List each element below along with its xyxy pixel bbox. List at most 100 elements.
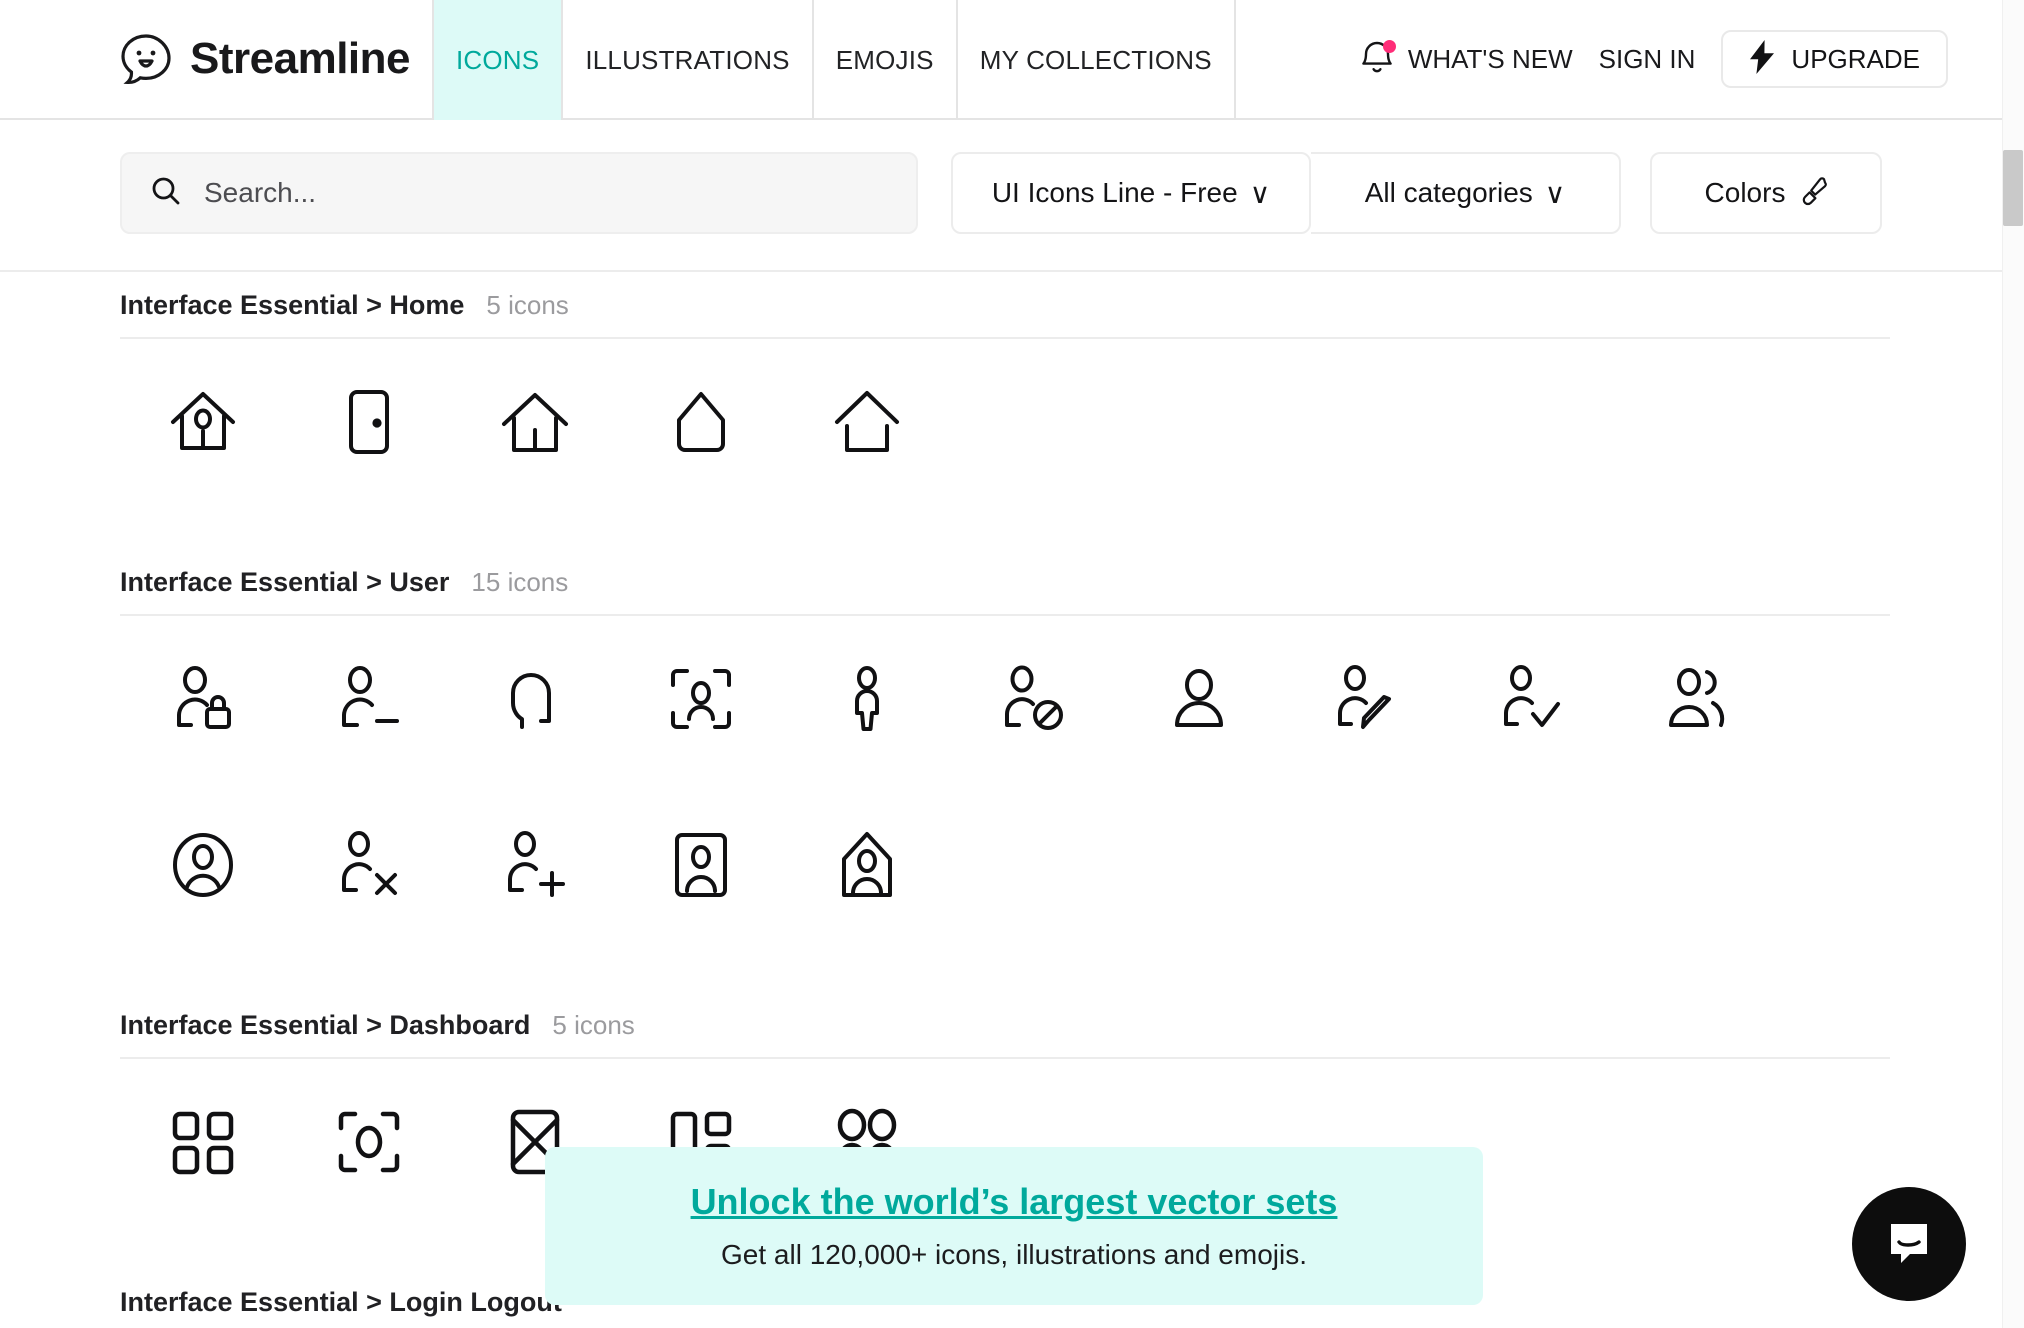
- category-filter-dropdown[interactable]: All categories ∨: [1311, 152, 1621, 234]
- section-header: Interface Essential > Dashboard 5 icons: [0, 1010, 2010, 1041]
- chat-smiley-logo-icon: [118, 31, 174, 87]
- upgrade-button-label: UPGRADE: [1791, 44, 1920, 75]
- house-bird-icon: [167, 386, 239, 458]
- user-edit-icon: [1329, 663, 1401, 735]
- chat-widget-button[interactable]: [1852, 1187, 1966, 1301]
- promo-headline-link[interactable]: Unlock the world’s largest vector sets: [691, 1181, 1338, 1223]
- notifications-button[interactable]: [1360, 39, 1394, 79]
- icon-tile[interactable]: [286, 1059, 452, 1225]
- door-icon: [333, 386, 405, 458]
- section-icon-count: 5 icons: [552, 1010, 634, 1041]
- bell-icon: [1360, 64, 1394, 81]
- icon-tile[interactable]: [286, 339, 452, 505]
- search-icon: [150, 175, 182, 212]
- icon-tile[interactable]: [120, 339, 286, 505]
- section-icon-count: 5 icons: [486, 290, 568, 321]
- search-placeholder: Search...: [204, 177, 316, 209]
- icon-tile[interactable]: [120, 782, 286, 948]
- user-delete-icon: [333, 829, 405, 901]
- tab-my-collections-label: MY COLLECTIONS: [980, 45, 1212, 76]
- tab-emojis-label: EMOJIS: [836, 45, 934, 76]
- user-check-icon: [1495, 663, 1567, 735]
- user-lock-icon: [167, 663, 239, 735]
- user-identify-icon: [665, 663, 737, 735]
- section-title: Interface Essential > User: [120, 567, 449, 598]
- tab-illustrations[interactable]: ILLUSTRATIONS: [561, 0, 811, 120]
- streamline-icons-page: Streamline ICONS ILLUSTRATIONS EMOJIS MY…: [0, 0, 2024, 1328]
- user-standing-icon: [831, 663, 903, 735]
- icon-set-filter-dropdown[interactable]: UI Icons Line - Free ∨: [951, 152, 1311, 234]
- brand-logo-link[interactable]: Streamline: [0, 0, 432, 118]
- sign-in-link[interactable]: SIGN IN: [1599, 44, 1696, 75]
- house-plain-icon: [665, 386, 737, 458]
- paintbrush-icon: [1797, 176, 1827, 211]
- brand-name: Streamline: [190, 37, 410, 81]
- icon-tile[interactable]: [452, 616, 618, 782]
- icon-tile[interactable]: [784, 616, 950, 782]
- icon-tile[interactable]: [618, 616, 784, 782]
- user-block-icon: [997, 663, 1069, 735]
- icon-tile[interactable]: [784, 782, 950, 948]
- section-icon-count: 15 icons: [471, 567, 568, 598]
- users-multiple-icon: [1661, 663, 1733, 735]
- category-filter-label: All categories: [1365, 177, 1533, 209]
- tab-illustrations-label: ILLUSTRATIONS: [585, 45, 789, 76]
- promo-subtext: Get all 120,000+ icons, illustrations an…: [721, 1239, 1307, 1271]
- dashboard-focus-icon: [333, 1106, 405, 1178]
- section-home: Interface Essential > Home 5 icons: [0, 272, 2010, 505]
- colors-filter-button[interactable]: Colors: [1650, 152, 1882, 234]
- user-add-icon: [499, 829, 571, 901]
- icon-grid-home: [0, 339, 2010, 505]
- section-header: Interface Essential > User 15 icons: [0, 567, 2010, 598]
- section-header: Interface Essential > Home 5 icons: [0, 290, 2010, 321]
- section-title: Interface Essential > Home: [120, 290, 464, 321]
- search-input[interactable]: Search...: [120, 152, 918, 234]
- promo-banner: Unlock the world’s largest vector sets G…: [545, 1147, 1483, 1305]
- page-scrollbar-track[interactable]: [2002, 0, 2024, 1328]
- tab-emojis[interactable]: EMOJIS: [812, 0, 956, 120]
- icon-tile[interactable]: [618, 782, 784, 948]
- icon-tile[interactable]: [950, 616, 1116, 782]
- page-scrollbar-thumb[interactable]: [2003, 150, 2023, 226]
- icon-tile[interactable]: [286, 782, 452, 948]
- chevron-down-icon: ∨: [1545, 177, 1566, 210]
- icon-tile[interactable]: [452, 782, 618, 948]
- user-id-card-icon: [665, 829, 737, 901]
- lightning-bolt-icon: [1749, 40, 1775, 79]
- icon-tile[interactable]: [1614, 616, 1780, 782]
- whats-new-link[interactable]: WHAT'S NEW: [1408, 44, 1573, 75]
- house-open-icon: [831, 386, 903, 458]
- house-door-icon: [499, 386, 571, 458]
- main-nav-tabs: ICONS ILLUSTRATIONS EMOJIS MY COLLECTION…: [432, 0, 1236, 120]
- icon-set-filter-label: UI Icons Line - Free: [992, 177, 1238, 209]
- icon-tile[interactable]: [784, 339, 950, 505]
- upgrade-button[interactable]: UPGRADE: [1721, 30, 1948, 88]
- nav-right-actions: WHAT'S NEW SIGN IN UPGRADE: [1360, 0, 2010, 118]
- icon-tile[interactable]: [452, 339, 618, 505]
- user-headset-icon: [499, 663, 571, 735]
- chevron-down-icon: ∨: [1250, 177, 1271, 210]
- tab-icons[interactable]: ICONS: [432, 0, 561, 120]
- tab-icons-label: ICONS: [456, 45, 539, 76]
- icon-tile[interactable]: [120, 616, 286, 782]
- user-home-icon: [831, 829, 903, 901]
- user-remove-icon: [333, 663, 405, 735]
- chat-bubble-icon: [1882, 1215, 1936, 1274]
- icon-tile[interactable]: [286, 616, 452, 782]
- section-user: Interface Essential > User 15 icons: [0, 505, 2010, 948]
- tab-my-collections[interactable]: MY COLLECTIONS: [956, 0, 1236, 120]
- user-circle-icon: [167, 829, 239, 901]
- icon-tile[interactable]: [1116, 616, 1282, 782]
- section-title: Interface Essential > Login Logout: [120, 1287, 562, 1318]
- filter-toolbar: Search... UI Icons Line - Free ∨ All cat…: [0, 120, 2010, 272]
- user-single-icon: [1163, 663, 1235, 735]
- notification-badge-dot: [1383, 40, 1396, 53]
- icon-tile[interactable]: [1448, 616, 1614, 782]
- top-navigation-bar: Streamline ICONS ILLUSTRATIONS EMOJIS MY…: [0, 0, 2010, 120]
- icon-tile[interactable]: [1282, 616, 1448, 782]
- colors-filter-label: Colors: [1705, 177, 1786, 209]
- icon-tile[interactable]: [618, 339, 784, 505]
- icon-tile[interactable]: [120, 1059, 286, 1225]
- section-title: Interface Essential > Dashboard: [120, 1010, 530, 1041]
- dashboard-squares-icon: [167, 1106, 239, 1178]
